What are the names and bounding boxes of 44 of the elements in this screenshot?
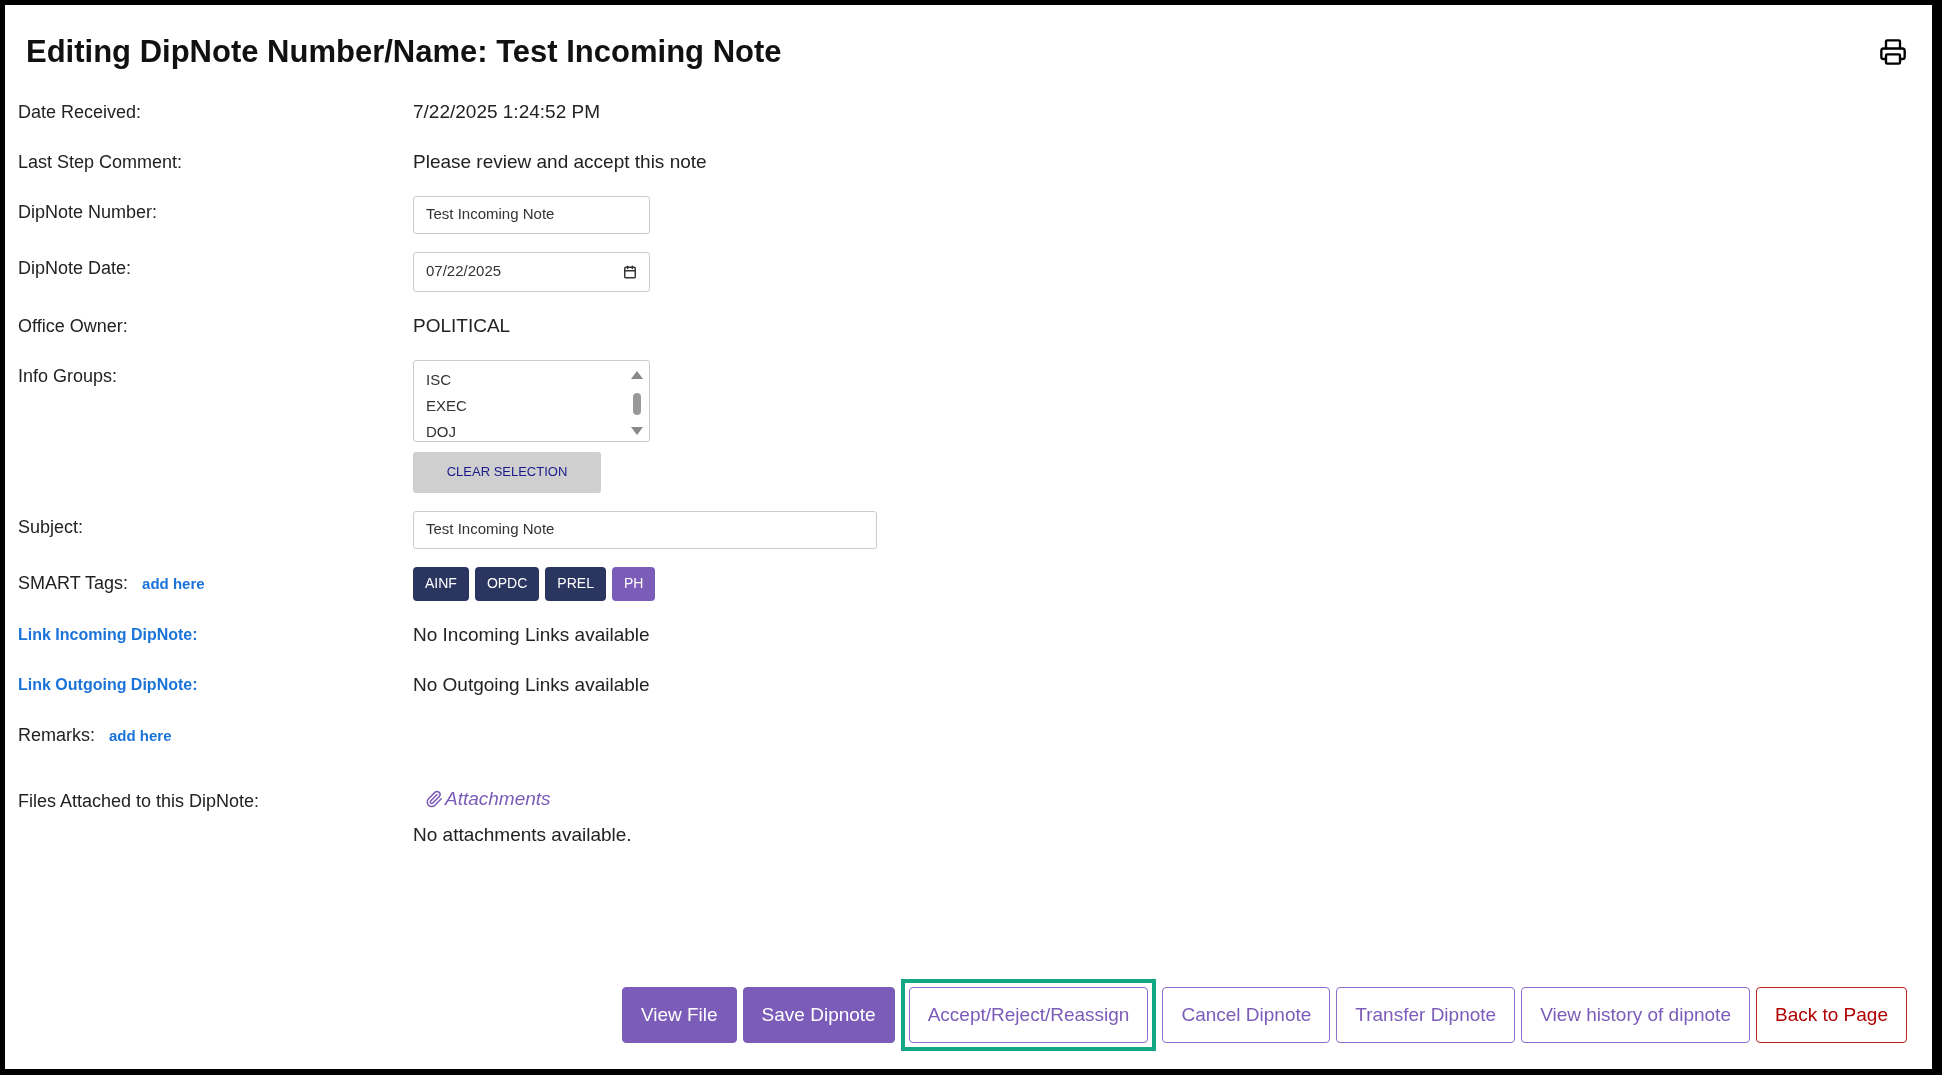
action-button[interactable]: View history of dipnote	[1521, 987, 1750, 1043]
attachments-link[interactable]: Attachments	[413, 784, 1919, 813]
field-label: DipNote Date:	[18, 256, 132, 280]
paperclip-icon	[425, 789, 443, 808]
add-here-link[interactable]: add here	[142, 572, 205, 595]
action-button[interactable]: Cancel Dipnote	[1162, 987, 1331, 1043]
field-label: Date Received:	[18, 100, 142, 124]
action-button[interactable]: Back to Page	[1755, 987, 1907, 1043]
field-label: DipNote Number:	[18, 200, 158, 224]
text-input-field[interactable]: Test Incoming Note	[413, 195, 650, 234]
field-label: Office Owner:	[18, 314, 128, 338]
print-icon[interactable]	[1879, 38, 1907, 67]
clear-selection-button[interactable]: CLEAR SELECTION	[413, 451, 601, 493]
field-value: No attachments available.	[413, 823, 633, 847]
tag: PREL	[545, 566, 606, 601]
action-button[interactable]: View File	[621, 987, 737, 1043]
link-label[interactable]: Link Incoming DipNote:	[18, 625, 198, 643]
action-button[interactable]: Save Dipnote	[742, 987, 895, 1043]
page-title: Editing DipNote Number/Name: Test Incoming Note	[25, 33, 782, 71]
calendar-icon	[623, 264, 637, 279]
field-value: No Incoming Links available	[413, 623, 650, 645]
field-label: Subject:	[18, 515, 84, 539]
listbox-option[interactable]: EXEC	[426, 392, 628, 419]
field-label: Last Step Comment:	[18, 150, 183, 174]
listbox-option[interactable]: DOJ	[426, 418, 628, 441]
listbox[interactable]: ISC EXEC DOJ	[413, 359, 650, 442]
tag: PH	[611, 566, 656, 601]
field-value: 7/22/2025 1:24:52 PM	[413, 100, 600, 122]
tag: AINF	[413, 566, 469, 601]
action-button[interactable]: Transfer Dipnote	[1336, 987, 1516, 1043]
field-label: SMART Tags:	[18, 571, 129, 595]
field-label: Files Attached to this DipNote:	[18, 789, 260, 813]
text-input-field[interactable]: Test Incoming Note	[413, 510, 877, 549]
action-button[interactable]: Accept/Reject/Reassign	[908, 987, 1149, 1043]
link-label[interactable]: Link Outgoing DipNote:	[18, 675, 198, 693]
field-value: No Outgoing Links available	[413, 673, 650, 695]
field-label: Info Groups:	[18, 364, 118, 388]
listbox-option[interactable]: ISC	[426, 366, 628, 393]
date-input-field[interactable]: 07/22/2025	[413, 251, 650, 292]
field-value: Please review and accept this note	[413, 150, 707, 172]
field-value: POLITICAL	[413, 314, 511, 336]
field-label: Remarks:	[18, 723, 95, 747]
tag: OPDC	[474, 566, 540, 601]
add-here-link[interactable]: add here	[109, 724, 172, 747]
